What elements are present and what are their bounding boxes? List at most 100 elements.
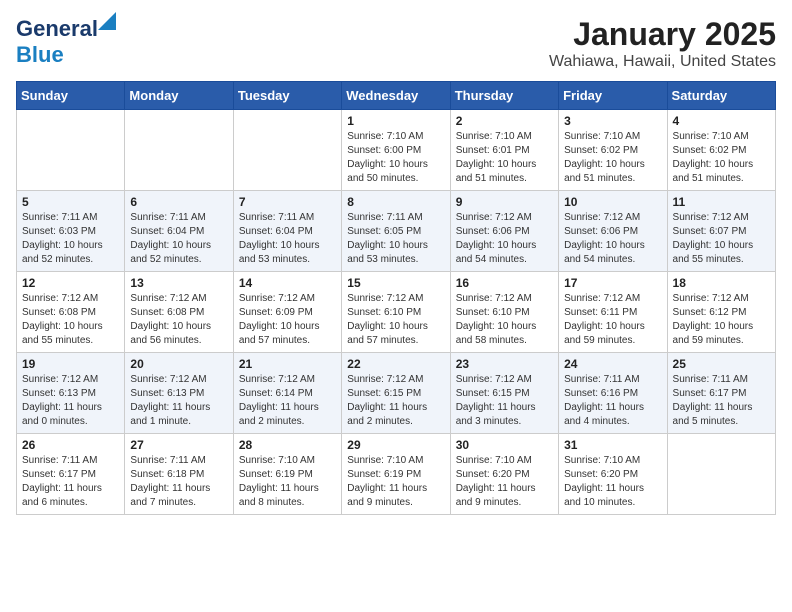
calendar-cell: 1 Sunrise: 7:10 AM Sunset: 6:00 PM Daylig…: [342, 110, 450, 191]
calendar-cell: 8Sunrise: 7:11 AM Sunset: 6:05 PM Daylig…: [342, 191, 450, 272]
day-info: Sunrise: 7:11 AM Sunset: 6:17 PM Dayligh…: [673, 373, 770, 429]
day-info: Sunrise: 7:10 AM Sunset: 6:02 PM Dayligh…: [564, 130, 661, 186]
day-info: Sunrise: 7:12 AM Sunset: 6:09 PM Dayligh…: [239, 292, 336, 348]
calendar-cell: 27 Sunrise: 7:11 AM Sunset: 6:18 PM Dayli…: [125, 434, 233, 515]
calendar-cell: 2Sunrise: 7:10 AM Sunset: 6:01 PM Daylig…: [450, 110, 558, 191]
calendar-cell: 14 Sunrise: 7:12 AM Sunset: 6:09 PM Dayli…: [233, 272, 341, 353]
calendar-cell: 24Sunrise: 7:11 AM Sunset: 6:16 PM Dayli…: [559, 353, 667, 434]
day-info: Sunrise: 7:12 AM Sunset: 6:13 PM Dayligh…: [130, 373, 227, 429]
calendar-cell: 30 Sunrise: 7:10 AM Sunset: 6:20 PM Dayli…: [450, 434, 558, 515]
calendar-table: SundayMondayTuesdayWednesdayThursdayFrid…: [16, 81, 776, 515]
calendar-cell: 17Sunrise: 7:12 AM Sunset: 6:11 PM Dayli…: [559, 272, 667, 353]
day-info: Sunrise: 7:11 AM Sunset: 6:05 PM Dayligh…: [347, 211, 444, 267]
day-number: 10: [564, 195, 661, 209]
calendar-cell: 3Sunrise: 7:10 AM Sunset: 6:02 PM Daylig…: [559, 110, 667, 191]
calendar-cell: 15Sunrise: 7:12 AM Sunset: 6:10 PM Dayli…: [342, 272, 450, 353]
calendar-cell: 31Sunrise: 7:10 AM Sunset: 6:20 PM Dayli…: [559, 434, 667, 515]
calendar-cell: 28 Sunrise: 7:10 AM Sunset: 6:19 PM Dayli…: [233, 434, 341, 515]
calendar-header-sunday: Sunday: [17, 82, 125, 110]
day-number: 22: [347, 357, 444, 371]
day-info: Sunrise: 7:12 AM Sunset: 6:10 PM Dayligh…: [456, 292, 553, 348]
day-number: 27: [130, 438, 227, 452]
day-number: 7: [239, 195, 336, 209]
day-number: 23: [456, 357, 553, 371]
day-number: 24: [564, 357, 661, 371]
day-info: Sunrise: 7:12 AM Sunset: 6:14 PM Dayligh…: [239, 373, 336, 429]
calendar-cell: 5 Sunrise: 7:11 AM Sunset: 6:03 PM Daylig…: [17, 191, 125, 272]
day-number: 29: [347, 438, 444, 452]
calendar-cell: [667, 434, 775, 515]
day-info: Sunrise: 7:10 AM Sunset: 6:19 PM Dayligh…: [239, 454, 336, 510]
calendar-header-thursday: Thursday: [450, 82, 558, 110]
calendar-week-4: 19 Sunrise: 7:12 AM Sunset: 6:13 PM Dayli…: [17, 353, 776, 434]
day-info: Sunrise: 7:11 AM Sunset: 6:17 PM Dayligh…: [22, 454, 119, 510]
day-number: 18: [673, 276, 770, 290]
page-title: January 2025: [549, 16, 776, 53]
calendar-cell: [125, 110, 233, 191]
calendar-cell: 11 Sunrise: 7:12 AM Sunset: 6:07 PM Dayli…: [667, 191, 775, 272]
calendar-header-tuesday: Tuesday: [233, 82, 341, 110]
day-info: Sunrise: 7:12 AM Sunset: 6:06 PM Dayligh…: [456, 211, 553, 267]
calendar-cell: 26 Sunrise: 7:11 AM Sunset: 6:17 PM Dayli…: [17, 434, 125, 515]
calendar-header-friday: Friday: [559, 82, 667, 110]
calendar-cell: 18 Sunrise: 7:12 AM Sunset: 6:12 PM Dayli…: [667, 272, 775, 353]
calendar-header-row: SundayMondayTuesdayWednesdayThursdayFrid…: [17, 82, 776, 110]
day-info: Sunrise: 7:12 AM Sunset: 6:08 PM Dayligh…: [130, 292, 227, 348]
day-number: 31: [564, 438, 661, 452]
day-number: 12: [22, 276, 119, 290]
calendar-cell: [233, 110, 341, 191]
day-number: 9: [456, 195, 553, 209]
calendar-week-2: 5 Sunrise: 7:11 AM Sunset: 6:03 PM Daylig…: [17, 191, 776, 272]
calendar-week-1: 1 Sunrise: 7:10 AM Sunset: 6:00 PM Daylig…: [17, 110, 776, 191]
calendar-cell: 7 Sunrise: 7:11 AM Sunset: 6:04 PM Daylig…: [233, 191, 341, 272]
calendar-cell: 9 Sunrise: 7:12 AM Sunset: 6:06 PM Daylig…: [450, 191, 558, 272]
day-info: Sunrise: 7:12 AM Sunset: 6:07 PM Dayligh…: [673, 211, 770, 267]
calendar-cell: 4Sunrise: 7:10 AM Sunset: 6:02 PM Daylig…: [667, 110, 775, 191]
logo: General Blue: [16, 16, 98, 68]
logo-blue: Blue: [16, 42, 64, 67]
day-info: Sunrise: 7:11 AM Sunset: 6:03 PM Dayligh…: [22, 211, 119, 267]
day-info: Sunrise: 7:12 AM Sunset: 6:15 PM Dayligh…: [456, 373, 553, 429]
day-number: 6: [130, 195, 227, 209]
day-info: Sunrise: 7:10 AM Sunset: 6:19 PM Dayligh…: [347, 454, 444, 510]
day-info: Sunrise: 7:12 AM Sunset: 6:12 PM Dayligh…: [673, 292, 770, 348]
day-number: 19: [22, 357, 119, 371]
day-info: Sunrise: 7:10 AM Sunset: 6:02 PM Dayligh…: [673, 130, 770, 186]
day-number: 2: [456, 114, 553, 128]
calendar-week-3: 12 Sunrise: 7:12 AM Sunset: 6:08 PM Dayli…: [17, 272, 776, 353]
day-info: Sunrise: 7:12 AM Sunset: 6:13 PM Dayligh…: [22, 373, 119, 429]
day-number: 20: [130, 357, 227, 371]
day-number: 1: [347, 114, 444, 128]
calendar-week-5: 26 Sunrise: 7:11 AM Sunset: 6:17 PM Dayli…: [17, 434, 776, 515]
day-number: 28: [239, 438, 336, 452]
logo-general: General: [16, 16, 98, 41]
day-info: Sunrise: 7:10 AM Sunset: 6:20 PM Dayligh…: [456, 454, 553, 510]
day-number: 26: [22, 438, 119, 452]
day-info: Sunrise: 7:12 AM Sunset: 6:15 PM Dayligh…: [347, 373, 444, 429]
day-number: 11: [673, 195, 770, 209]
day-info: Sunrise: 7:11 AM Sunset: 6:18 PM Dayligh…: [130, 454, 227, 510]
calendar-cell: 6 Sunrise: 7:11 AM Sunset: 6:04 PM Daylig…: [125, 191, 233, 272]
calendar-cell: 29 Sunrise: 7:10 AM Sunset: 6:19 PM Dayli…: [342, 434, 450, 515]
day-info: Sunrise: 7:10 AM Sunset: 6:00 PM Dayligh…: [347, 130, 444, 186]
day-number: 14: [239, 276, 336, 290]
calendar-cell: 22 Sunrise: 7:12 AM Sunset: 6:15 PM Dayli…: [342, 353, 450, 434]
day-info: Sunrise: 7:12 AM Sunset: 6:10 PM Dayligh…: [347, 292, 444, 348]
calendar-cell: 16Sunrise: 7:12 AM Sunset: 6:10 PM Dayli…: [450, 272, 558, 353]
day-number: 25: [673, 357, 770, 371]
calendar-header-monday: Monday: [125, 82, 233, 110]
day-info: Sunrise: 7:11 AM Sunset: 6:04 PM Dayligh…: [130, 211, 227, 267]
day-number: 30: [456, 438, 553, 452]
calendar-header-wednesday: Wednesday: [342, 82, 450, 110]
calendar-cell: 25 Sunrise: 7:11 AM Sunset: 6:17 PM Dayli…: [667, 353, 775, 434]
calendar-cell: 10 Sunrise: 7:12 AM Sunset: 6:06 PM Dayli…: [559, 191, 667, 272]
day-info: Sunrise: 7:11 AM Sunset: 6:04 PM Dayligh…: [239, 211, 336, 267]
calendar-cell: 21 Sunrise: 7:12 AM Sunset: 6:14 PM Dayli…: [233, 353, 341, 434]
day-number: 21: [239, 357, 336, 371]
day-number: 5: [22, 195, 119, 209]
day-info: Sunrise: 7:12 AM Sunset: 6:11 PM Dayligh…: [564, 292, 661, 348]
day-number: 13: [130, 276, 227, 290]
calendar-cell: 19 Sunrise: 7:12 AM Sunset: 6:13 PM Dayli…: [17, 353, 125, 434]
day-info: Sunrise: 7:12 AM Sunset: 6:06 PM Dayligh…: [564, 211, 661, 267]
logo-arrow-icon: [98, 12, 116, 30]
